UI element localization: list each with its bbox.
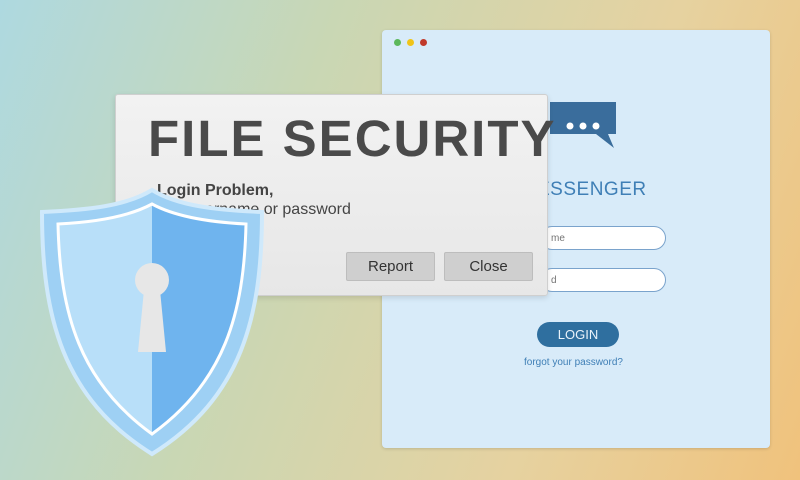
username-field[interactable]: [540, 226, 666, 250]
forgot-password-link[interactable]: forgot your password?: [524, 357, 623, 368]
report-button[interactable]: Report: [346, 252, 435, 281]
login-button[interactable]: LOGIN: [537, 322, 619, 347]
dialog-title: FILE SECURITY: [148, 110, 557, 167]
chat-bubble-icon: [550, 102, 616, 148]
close-dot-icon[interactable]: [420, 39, 427, 46]
minimize-dot-icon[interactable]: [407, 39, 414, 46]
maximize-dot-icon[interactable]: [394, 39, 401, 46]
password-field[interactable]: [540, 268, 666, 292]
app-name: ESSENGER: [537, 179, 647, 200]
close-button[interactable]: Close: [444, 252, 533, 281]
keyhole-shield-icon: [39, 187, 265, 457]
